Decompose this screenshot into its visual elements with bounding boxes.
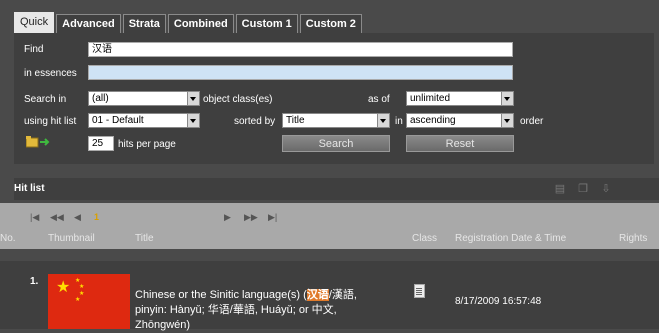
chevron-down-icon <box>187 114 199 127</box>
hit-list-value: 01 - Default <box>92 115 144 126</box>
flag-star-icon: ★ <box>75 297 81 303</box>
tab-advanced[interactable]: Advanced <box>56 14 121 33</box>
copy-icon[interactable]: ❐ <box>577 183 589 195</box>
folder-arrow-icon[interactable] <box>26 136 50 148</box>
tab-custom-1[interactable]: Custom 1 <box>235 14 298 33</box>
as-of-select[interactable]: unlimited <box>406 91 514 106</box>
reset-button[interactable]: Reset <box>406 135 514 152</box>
tab-strata[interactable]: Strata <box>122 14 166 33</box>
column-class[interactable]: Class <box>412 233 437 244</box>
last-page-icon[interactable]: ▶| <box>268 212 277 223</box>
spacer <box>0 249 659 261</box>
order-select[interactable]: ascending <box>406 113 514 128</box>
hit-list-label: using hit list <box>24 116 77 127</box>
search-in-select[interactable]: (all) <box>88 91 200 106</box>
title-text: Chinese or the Sinitic language(s) ( <box>135 289 307 301</box>
find-input[interactable]: 汉语 <box>88 42 513 57</box>
essences-label: in essences <box>24 68 77 79</box>
column-title[interactable]: Title <box>135 233 154 244</box>
search-panel: Find 汉语 in essences Search in (all) obje… <box>14 33 654 164</box>
column-registration[interactable]: Registration Date & Time <box>455 233 566 244</box>
hit-list-toolbar: |◀ ◀◀ ◀ 1 ▶ ▶▶ ▶| No. Thumbnail Title Cl… <box>0 203 659 249</box>
tab-quick[interactable]: Quick <box>14 12 55 33</box>
first-page-icon[interactable]: |◀ <box>30 212 39 223</box>
current-page[interactable]: 1 <box>94 212 99 222</box>
print-icon[interactable]: ▤ <box>554 183 566 195</box>
hits-per-page-input[interactable]: 25 <box>88 136 114 151</box>
search-in-label: Search in <box>24 94 67 105</box>
flag-star-icon: ★ <box>56 279 71 296</box>
sorted-by-value: Title <box>286 115 305 126</box>
hit-list-title: Hit list <box>14 183 45 194</box>
hits-per-page-label: hits per page <box>118 139 176 150</box>
order-value: ascending <box>410 115 456 126</box>
column-rights[interactable]: Rights <box>619 233 647 244</box>
in-label: in <box>395 116 403 127</box>
next-block-icon[interactable]: ▶▶ <box>244 212 258 223</box>
essences-input[interactable] <box>88 65 513 80</box>
search-button[interactable]: Search <box>282 135 390 152</box>
tab-custom-2[interactable]: Custom 2 <box>299 14 362 33</box>
chevron-down-icon <box>377 114 389 127</box>
chevron-down-icon <box>187 92 199 105</box>
previous-block-icon[interactable]: ◀◀ <box>50 212 64 223</box>
next-page-icon[interactable]: ▶ <box>224 212 231 223</box>
row-title[interactable]: Chinese or the Sinitic language(s) (汉语/漢… <box>135 288 385 333</box>
hit-list-header: Hit list ▤ ❐ ⇩ <box>14 178 659 200</box>
column-no[interactable]: No. <box>0 233 16 244</box>
sorted-by-select[interactable]: Title <box>282 113 390 128</box>
previous-page-icon[interactable]: ◀ <box>74 212 81 223</box>
registration-date: 8/17/2009 16:57:48 <box>455 296 542 307</box>
tab-combined[interactable]: Combined <box>167 14 234 33</box>
flag-star-icon: ★ <box>79 284 85 290</box>
hit-list-select[interactable]: 01 - Default <box>88 113 200 128</box>
thumbnail[interactable]: ★ ★ ★ ★ ★ <box>48 274 130 329</box>
search-highlight: 汉语 <box>306 289 329 301</box>
as-of-value: unlimited <box>410 93 451 104</box>
find-label: Find <box>24 44 44 55</box>
sorted-by-label: sorted by <box>234 116 276 127</box>
table-row[interactable]: 1. ★ ★ ★ ★ ★ Chinese or the Sinitic lang… <box>0 261 659 331</box>
chevron-down-icon <box>501 114 513 127</box>
row-number: 1. <box>30 276 39 287</box>
as-of-label: as of <box>368 94 390 105</box>
object-class-label: object class(es) <box>203 94 273 105</box>
document-icon[interactable] <box>414 284 425 298</box>
cart-icon[interactable]: ⇩ <box>600 183 612 195</box>
search-tabs: Quick Advanced Strata Combined Custom 1 … <box>14 12 364 33</box>
search-in-value: (all) <box>92 93 109 104</box>
order-label: order <box>520 116 544 127</box>
chevron-down-icon <box>501 92 513 105</box>
column-thumbnail[interactable]: Thumbnail <box>48 233 95 244</box>
